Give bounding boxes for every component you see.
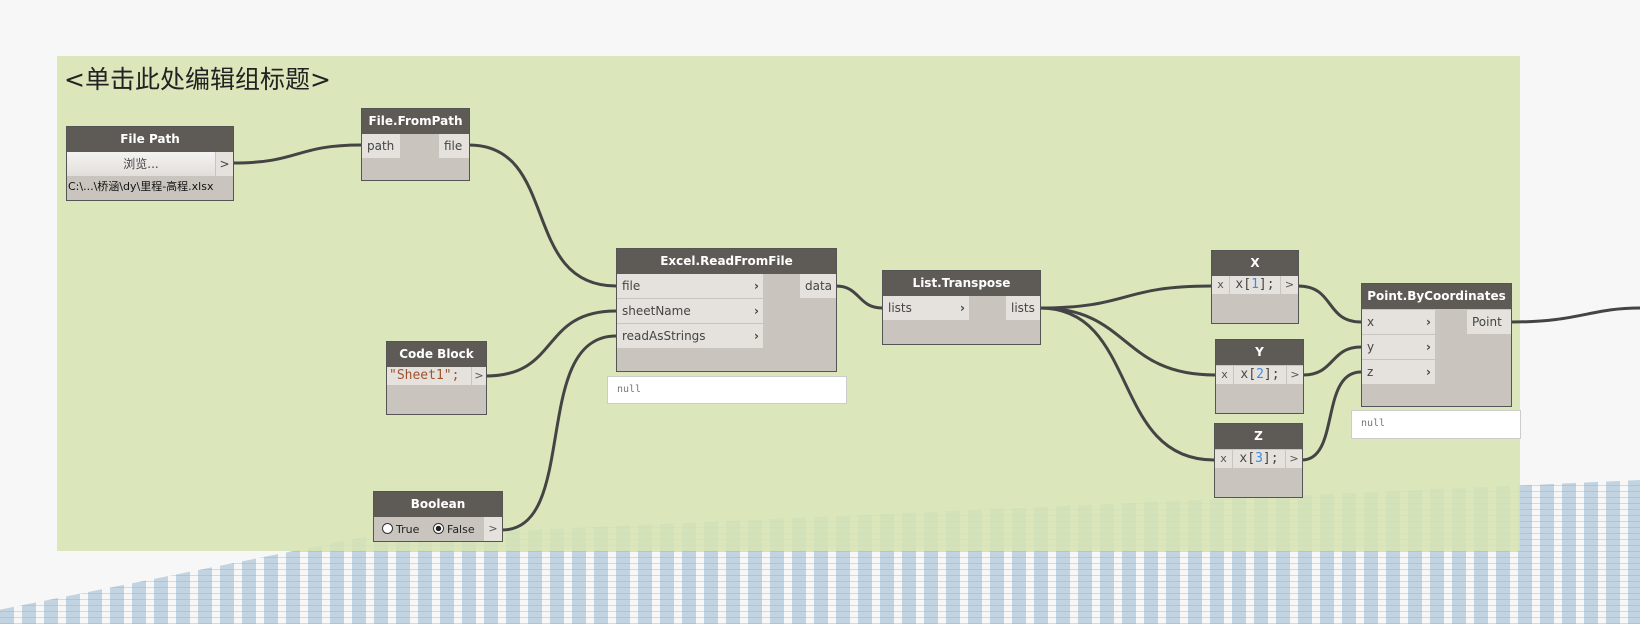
code-editor[interactable]: x[3];: [1233, 450, 1285, 468]
output-port-data[interactable]: data: [800, 274, 836, 298]
node-title: Code Block: [387, 342, 486, 367]
node-title: File Path: [67, 127, 233, 152]
code-editor[interactable]: x[2];: [1234, 366, 1286, 384]
port-label: y: [1367, 340, 1375, 354]
wire-transpose-y: [1039, 306, 1216, 377]
wire-boolean-readasstrings: [501, 334, 617, 532]
wire-x-point: [1297, 284, 1362, 324]
radio-label: False: [447, 523, 475, 536]
preview-bubble: null: [1351, 410, 1521, 439]
code-block-z-node[interactable]: Z x x[3]; >: [1214, 423, 1303, 498]
output-port[interactable]: >: [472, 367, 486, 385]
output-port-point[interactable]: Point: [1467, 310, 1511, 334]
boolean-node[interactable]: Boolean True False >: [373, 491, 503, 542]
preview-bubble: null: [607, 376, 847, 404]
input-port-path[interactable]: path: [362, 134, 400, 158]
chevron-right-icon: ›: [1426, 315, 1431, 329]
radio-selected-icon: [433, 523, 444, 534]
input-port-y[interactable]: y ›: [1362, 335, 1435, 359]
input-port-z[interactable]: z ›: [1362, 360, 1435, 384]
wire-point-out: [1510, 306, 1640, 324]
browse-button[interactable]: 浏览...: [67, 152, 215, 176]
output-port[interactable]: >: [484, 517, 502, 541]
file-frompath-node[interactable]: File.FromPath path file: [361, 108, 470, 181]
code-block-y-node[interactable]: Y x x[2]; >: [1215, 339, 1304, 414]
code-text: ];: [1258, 277, 1275, 292]
wire-transpose-z: [1039, 306, 1215, 462]
excel-readfromfile-node[interactable]: Excel.ReadFromFile file › sheetName › read…: [616, 248, 837, 372]
output-port[interactable]: >: [1281, 276, 1298, 294]
code-text: ];: [1263, 367, 1280, 382]
node-title: X: [1212, 251, 1298, 276]
node-title: Excel.ReadFromFile: [617, 249, 836, 274]
node-title: Y: [1216, 340, 1303, 365]
file-path-value: C:\...\桥涵\dy\里程-高程.xlsx: [68, 180, 214, 193]
wire-codeblock-sheet: [485, 309, 617, 378]
code-text: x[: [1235, 277, 1252, 292]
input-port-x[interactable]: x ›: [1362, 310, 1435, 334]
input-port-sheetname[interactable]: sheetName ›: [617, 299, 763, 323]
chevron-right-icon: ›: [960, 301, 965, 315]
output-port[interactable]: >: [216, 152, 233, 176]
port-label: file: [622, 279, 641, 293]
code-number: 1: [1251, 277, 1259, 292]
code-number: 3: [1255, 451, 1263, 466]
port-label: sheetName: [622, 304, 691, 318]
node-title: List.Transpose: [883, 271, 1040, 296]
file-path-node[interactable]: File Path 浏览... > C:\...\桥涵\dy\里程-高程.xls…: [66, 126, 234, 201]
code-editor[interactable]: "Sheet1";: [387, 367, 471, 385]
wire-file-excel: [468, 143, 617, 288]
point-bycoordinates-node[interactable]: Point.ByCoordinates x › y › z › Point: [1361, 283, 1512, 407]
code-text: x[: [1239, 451, 1256, 466]
input-port-lists[interactable]: lists ›: [883, 296, 969, 320]
wire-transpose-x: [1039, 284, 1212, 310]
radio-false[interactable]: False: [433, 523, 475, 536]
port-label: x: [1367, 315, 1375, 329]
output-port[interactable]: >: [1286, 450, 1302, 468]
code-number: 2: [1256, 367, 1264, 382]
chevron-right-icon: ›: [1426, 340, 1431, 354]
output-port-lists[interactable]: lists: [1006, 296, 1040, 320]
code-block-x-node[interactable]: X x x[1]; >: [1211, 250, 1299, 324]
chevron-right-icon: ›: [754, 329, 759, 343]
list-transpose-node[interactable]: List.Transpose lists › lists: [882, 270, 1041, 345]
wire-y-point: [1302, 345, 1362, 377]
output-port[interactable]: >: [1287, 366, 1303, 384]
wire-excel-transpose: [835, 284, 883, 310]
radio-icon: [382, 523, 393, 534]
code-block-node[interactable]: Code Block "Sheet1"; >: [386, 341, 487, 415]
node-title: Z: [1215, 424, 1302, 449]
wire-filepath-frompath: [232, 143, 362, 165]
input-port-x[interactable]: x: [1215, 450, 1232, 468]
input-port-file[interactable]: file ›: [617, 274, 763, 298]
input-port-x[interactable]: x: [1216, 366, 1233, 384]
chevron-right-icon: ›: [754, 279, 759, 293]
node-title: Point.ByCoordinates: [1362, 284, 1511, 309]
port-label: readAsStrings: [622, 329, 706, 343]
node-title: Boolean: [374, 492, 502, 517]
radio-true[interactable]: True: [382, 523, 419, 536]
port-label: lists: [888, 301, 912, 315]
code-editor[interactable]: x[1];: [1230, 276, 1280, 294]
code-text: ];: [1262, 451, 1279, 466]
chevron-right-icon: ›: [754, 304, 759, 318]
code-text: x[: [1240, 367, 1257, 382]
node-title: File.FromPath: [362, 109, 469, 134]
input-port-x[interactable]: x: [1212, 276, 1229, 294]
radio-label: True: [396, 523, 420, 536]
port-label: z: [1367, 365, 1374, 379]
input-port-readasstrings[interactable]: readAsStrings ›: [617, 324, 763, 348]
output-port-file[interactable]: file: [439, 134, 469, 158]
chevron-right-icon: ›: [1426, 365, 1431, 379]
